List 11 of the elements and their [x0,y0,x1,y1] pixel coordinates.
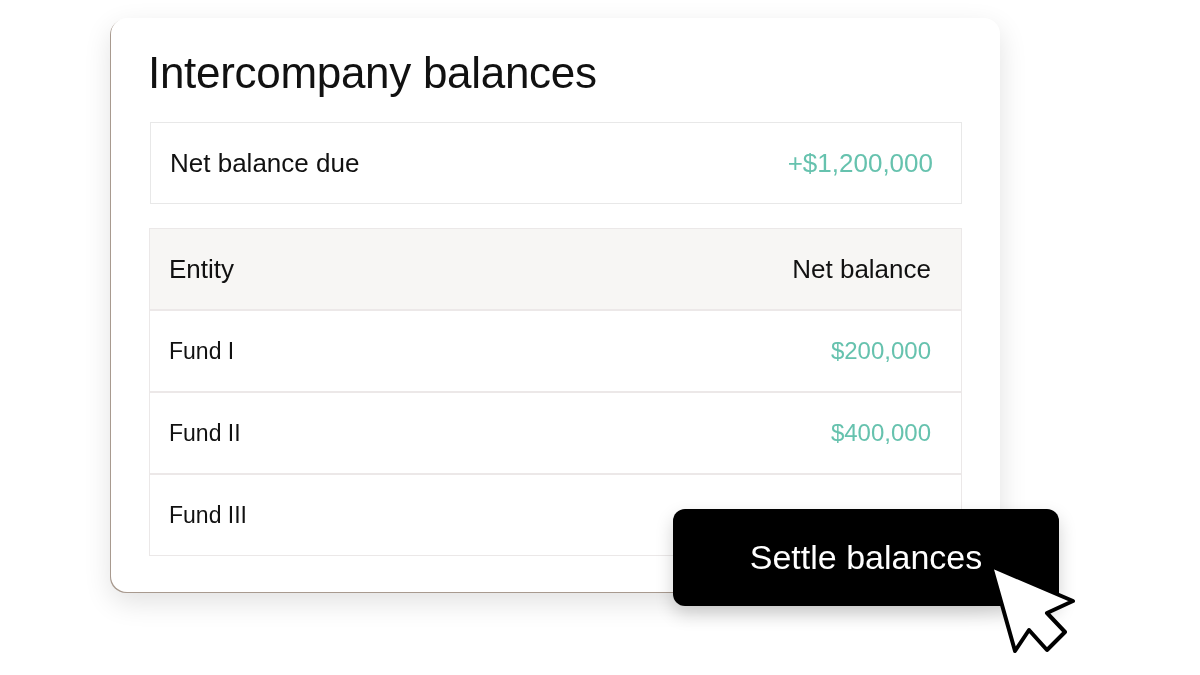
balance-cell: $200,000 [830,337,931,365]
column-header: Entity [169,253,235,285]
entity-cell: Fund I [169,337,235,365]
entity-cell: Fund III [169,501,247,529]
summary-label: Net balance due [170,147,360,179]
settle-button[interactable]: Settle balances [673,509,1059,606]
card-title: Intercompany balances [148,47,598,99]
summary-value: +$1,200,000 [787,147,933,179]
balance-cell: $400,000 [830,419,931,447]
column-header: Net balance [792,253,931,285]
entity-cell: Fund II [169,419,241,447]
